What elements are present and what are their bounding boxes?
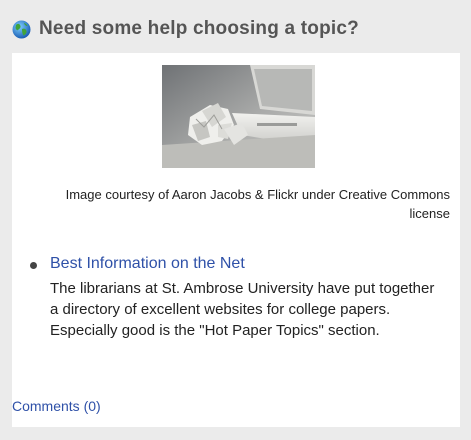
bullet-icon xyxy=(30,262,37,269)
topic-help-widget: Need some help choosing a topic? Image c… xyxy=(0,0,471,440)
crumpled-paper-photo xyxy=(162,65,315,168)
comments-link[interactable]: Comments (0) xyxy=(12,398,101,414)
globe-icon xyxy=(12,20,31,39)
image-caption: Image courtesy of Aaron Jacobs & Flickr … xyxy=(65,187,450,221)
widget-content: Image courtesy of Aaron Jacobs & Flickr … xyxy=(12,53,460,427)
link-description: The librarians at St. Ambrose University… xyxy=(50,280,435,339)
best-information-link[interactable]: Best Information on the Net xyxy=(50,255,245,273)
widget-header: Need some help choosing a topic? xyxy=(12,14,359,44)
widget-title: Need some help choosing a topic? xyxy=(39,18,359,39)
